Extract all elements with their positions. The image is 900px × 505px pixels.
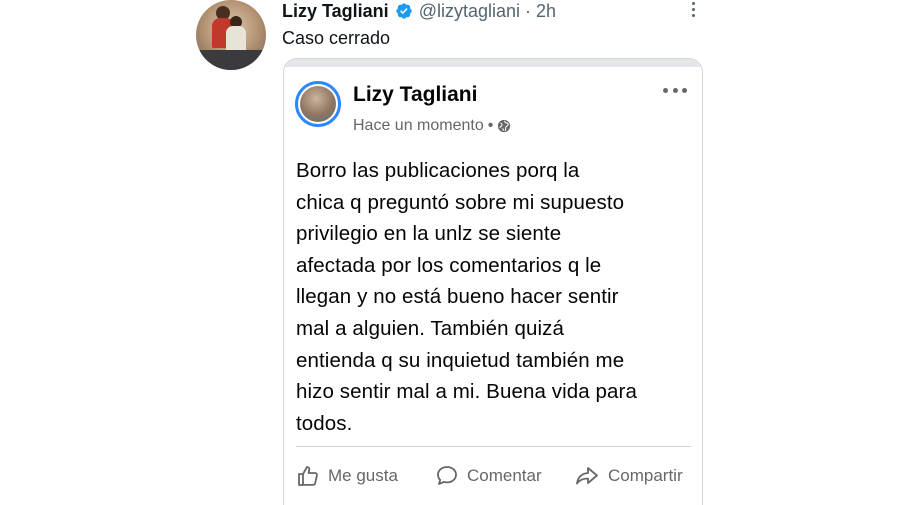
fb-author-name[interactable]: Lizy Tagliani — [353, 83, 477, 107]
share-label: Compartir — [608, 466, 683, 485]
tweet-text: Caso cerrado — [282, 28, 391, 48]
tweet-handle[interactable]: @lizytagliani — [419, 1, 520, 22]
like-button[interactable]: Me gusta — [296, 461, 398, 491]
card-top-bar — [284, 59, 702, 67]
tweet-separator: · — [525, 0, 531, 21]
fb-author-avatar[interactable] — [295, 81, 341, 127]
fb-post-body: Borro las publicaciones porq la chica q … — [296, 159, 637, 435]
tweet-more-options-icon[interactable] — [686, 0, 700, 20]
tweet-display-name[interactable]: Lizy Tagliani — [282, 1, 389, 22]
fb-post-timestamp[interactable]: Hace un momento — [353, 117, 484, 135]
share-button[interactable]: Compartir — [574, 461, 683, 491]
tweet-header: Lizy Tagliani @lizytagliani · 2h — [282, 0, 556, 22]
globe-icon — [498, 119, 511, 133]
like-label: Me gusta — [328, 466, 398, 485]
fb-post-meta: Hace un momento • — [353, 117, 511, 135]
embedded-post-card[interactable]: Lizy Tagliani Hace un momento • Borro la… — [283, 58, 703, 505]
fb-meta-separator: • — [487, 117, 494, 134]
thumbs-up-icon — [298, 466, 318, 486]
fb-action-bar: Me gusta Comentar Compartir — [284, 461, 702, 491]
comment-label: Comentar — [467, 466, 542, 485]
share-arrow-icon — [576, 467, 598, 485]
tweet-avatar[interactable] — [196, 0, 266, 70]
tweet-timestamp[interactable]: 2h — [536, 1, 556, 22]
verified-badge-icon — [396, 3, 412, 19]
fb-actions-divider — [296, 446, 691, 447]
fb-more-options-icon[interactable] — [663, 88, 687, 96]
comment-bubble-icon — [437, 466, 457, 485]
comment-button[interactable]: Comentar — [435, 461, 542, 491]
